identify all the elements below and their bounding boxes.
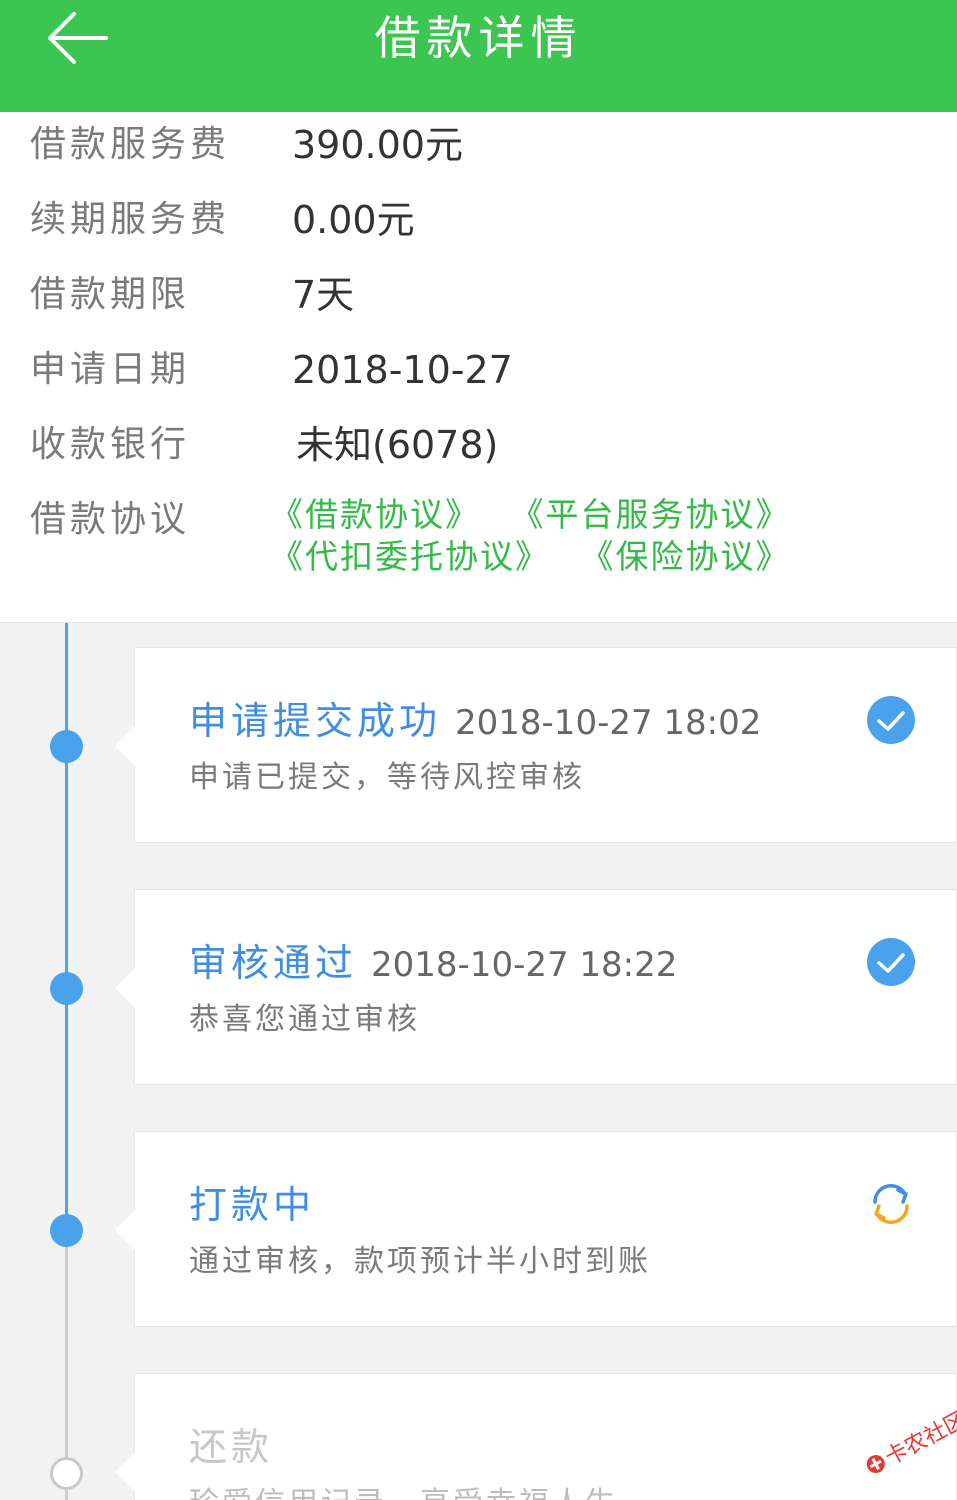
card-pointer <box>115 968 135 1008</box>
loan-detail-page: 借款详情 借款服务费 390.00元 续期服务费 0.00元 借款期限 7天 申… <box>0 0 957 1500</box>
info-row-apply-date: 申请日期 2018-10-27 <box>0 340 957 400</box>
info-value: 未知(6078) <box>296 423 499 467</box>
step-title-row: 申请提交成功 2018-10-27 18:02 <box>189 696 761 746</box>
link-loan-agreement[interactable]: 《借款协议》 <box>270 495 480 534</box>
timeline-step-repayment: 还款 珍爱信用记录，享受幸福人生 <box>115 1373 957 1500</box>
check-circle-icon <box>867 938 915 986</box>
timeline-dot-inactive <box>50 1457 83 1490</box>
card-pointer <box>115 726 135 766</box>
step-description: 恭喜您通过审核 <box>189 1002 420 1037</box>
info-value: 390.00元 <box>292 123 463 167</box>
loan-progress-timeline: 申请提交成功 2018-10-27 18:02 申请已提交，等待风控审核 审核通过… <box>0 622 957 1500</box>
step-time: 2018-10-27 18:22 <box>371 945 678 985</box>
info-label: 借款期限 <box>30 274 191 315</box>
info-row-service-fee: 借款服务费 390.00元 <box>0 115 957 175</box>
info-value: 2018-10-27 <box>292 348 513 392</box>
timeline-dot-active <box>50 1214 83 1247</box>
timeline-step-submitted: 申请提交成功 2018-10-27 18:02 申请已提交，等待风控审核 <box>115 647 957 843</box>
info-row-renewal-fee: 续期服务费 0.00元 <box>0 190 957 250</box>
refresh-icon <box>873 1184 909 1224</box>
step-time: 2018-10-27 18:02 <box>455 703 762 743</box>
link-debit-authorization-agreement[interactable]: 《代扣委托协议》 <box>270 537 550 576</box>
info-row-bank: 收款银行 未知(6078) <box>0 415 957 475</box>
check-circle-icon <box>867 696 915 744</box>
card-pointer <box>115 1210 135 1250</box>
link-platform-service-agreement[interactable]: 《平台服务协议》 <box>511 495 791 534</box>
info-label: 申请日期 <box>30 349 191 390</box>
timeline-step-approved: 审核通过 2018-10-27 18:22 恭喜您通过审核 <box>115 889 957 1085</box>
info-label: 收款银行 <box>30 424 191 465</box>
step-title-row: 打款中 <box>189 1180 315 1230</box>
timeline-line-completed <box>65 623 68 1231</box>
step-title: 还款 <box>189 1425 274 1469</box>
info-label: 续期服务费 <box>30 199 231 240</box>
info-label: 借款服务费 <box>30 124 231 165</box>
step-description: 珍爱信用记录，享受幸福人生 <box>189 1482 618 1500</box>
kanong-logo-icon: 卡农社区 <box>866 1407 957 1474</box>
loan-info-section: 借款服务费 390.00元 续期服务费 0.00元 借款期限 7天 申请日期 2… <box>0 112 957 622</box>
timeline-step-disbursing: 打款中 通过审核，款项预计半小时到账 <box>115 1131 957 1327</box>
timeline-dot-active <box>50 972 83 1005</box>
info-row-term: 借款期限 7天 <box>0 265 957 325</box>
info-label: 借款协议 <box>30 499 191 540</box>
step-title-row: 还款 <box>189 1422 273 1472</box>
info-value: 0.00元 <box>292 198 415 242</box>
step-title: 审核通过 <box>189 941 358 985</box>
step-description: 通过审核，款项预计半小时到账 <box>189 1244 651 1279</box>
step-title: 打款中 <box>189 1183 316 1227</box>
card-pointer <box>115 1452 135 1492</box>
header-bar: 借款详情 <box>0 0 957 112</box>
agreement-links: 《借款协议》 《平台服务协议》 《代扣委托协议》 《保险协议》 <box>270 494 830 578</box>
step-title: 申请提交成功 <box>189 699 442 743</box>
step-title-row: 审核通过 2018-10-27 18:22 <box>189 938 677 988</box>
timeline-dot-active <box>50 730 83 763</box>
info-value: 7天 <box>292 273 355 317</box>
link-insurance-agreement[interactable]: 《保险协议》 <box>581 537 791 576</box>
watermark-text: 卡农社区 <box>881 1407 957 1470</box>
page-title: 借款详情 <box>374 11 583 65</box>
step-description: 申请已提交，等待风控审核 <box>189 760 585 795</box>
